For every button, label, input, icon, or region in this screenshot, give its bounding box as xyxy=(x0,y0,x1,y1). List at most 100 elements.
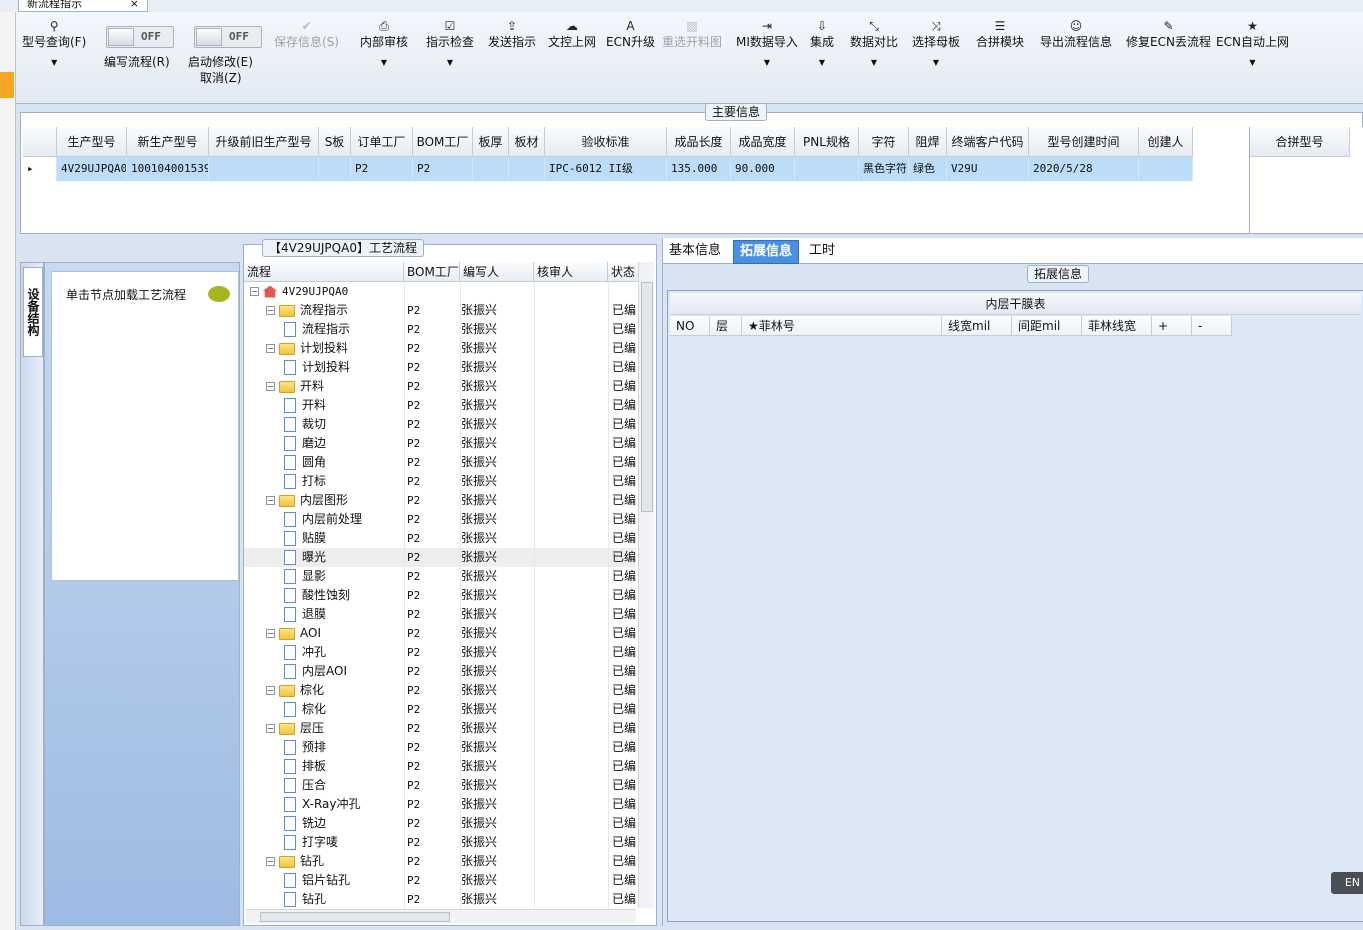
tree-row[interactable]: 贴膜 P2 张振兴 已编 xyxy=(244,529,636,548)
tree-row[interactable]: 曝光 P2 张振兴 已编 xyxy=(244,548,636,567)
chevron-down-icon[interactable]: ▼ xyxy=(22,56,86,70)
document-tab[interactable]: 新流程指示 × xyxy=(18,0,148,12)
tree-row[interactable]: 铝片钻孔 P2 张振兴 已编 xyxy=(244,871,636,890)
toggle-knob[interactable] xyxy=(196,28,222,46)
ribbon-button-3[interactable]: ⎙ 内部审核 ▼ xyxy=(360,18,408,70)
toggle-switch[interactable]: OFF xyxy=(106,26,174,48)
tree-row[interactable]: 流程指示 P2 张振兴 已编 xyxy=(244,320,636,339)
tree-row[interactable]: 内层前处理 P2 张振兴 已编 xyxy=(244,510,636,529)
tree-row[interactable]: − 开料 P2 张振兴 已编 xyxy=(244,377,636,396)
grid-cell[interactable]: 135.000 xyxy=(667,157,731,181)
collapse-icon[interactable]: − xyxy=(266,686,275,695)
tab-1[interactable]: 基本信息 xyxy=(663,240,727,264)
tree-header-cell[interactable]: 状态 xyxy=(608,262,640,282)
ext-header-cell[interactable]: 线宽mil xyxy=(942,316,1012,336)
ext-header-cell[interactable]: 菲林线宽 xyxy=(1082,316,1152,336)
collapse-icon[interactable]: − xyxy=(266,724,275,733)
tree-row[interactable]: 冲孔 P2 张振兴 已编 xyxy=(244,643,636,662)
grid-header-cell[interactable]: 生产型号 xyxy=(57,127,127,157)
grid-cell[interactable] xyxy=(1139,157,1193,181)
collapse-icon[interactable]: − xyxy=(266,306,275,315)
tree-row[interactable]: 裁切 P2 张振兴 已编 xyxy=(244,415,636,434)
tree-row[interactable]: 预排 P2 张振兴 已编 xyxy=(244,738,636,757)
grid-header-cell[interactable]: 型号创建时间 xyxy=(1029,127,1139,157)
tree-horizontal-scrollbar[interactable] xyxy=(246,909,636,923)
grid-header-cell[interactable]: 成品长度 xyxy=(667,127,731,157)
collapse-icon[interactable]: − xyxy=(266,382,275,391)
tree-root-node[interactable]: − 4V29UJPQA0 xyxy=(244,282,636,301)
scrollbar-thumb[interactable] xyxy=(260,912,450,922)
grid-cell[interactable]: P2 xyxy=(413,157,473,181)
tree-row[interactable]: 退膜 P2 张振兴 已编 xyxy=(244,605,636,624)
ext-header-cell[interactable]: NO xyxy=(670,316,710,336)
collapse-icon[interactable]: − xyxy=(266,496,275,505)
tree-row[interactable]: 打字唛 P2 张振兴 已编 xyxy=(244,833,636,852)
ribbon-button-1[interactable]: ⚲ 型号查询(F) ▼ xyxy=(22,18,86,70)
tab-3[interactable]: 工时 xyxy=(803,240,841,264)
tree-row[interactable]: 开料 P2 张振兴 已编 xyxy=(244,396,636,415)
chevron-down-icon[interactable]: ▼ xyxy=(912,56,960,70)
tree-row[interactable]: 钻孔 P2 张振兴 已编 xyxy=(244,890,636,908)
ribbon-button-11[interactable]: ⤡ 数据对比 ▼ xyxy=(850,18,898,70)
grid-header-cell[interactable]: 板厚 xyxy=(473,127,509,157)
grid-header-cell[interactable]: 创建人 xyxy=(1139,127,1193,157)
dock-tab[interactable] xyxy=(0,72,14,98)
grid-header-cell[interactable]: 升级前旧生产型号 xyxy=(209,127,319,157)
grid-header-cell[interactable]: 成品宽度 xyxy=(731,127,795,157)
grid-header-cell[interactable]: 阻焊 xyxy=(909,127,947,157)
tree-row[interactable]: X-Ray冲孔 P2 张振兴 已编 xyxy=(244,795,636,814)
grid-header-cell[interactable]: 新生产型号 xyxy=(127,127,209,157)
tree-row[interactable]: − 层压 P2 张振兴 已编 xyxy=(244,719,636,738)
chevron-down-icon[interactable]: ▼ xyxy=(1216,56,1289,70)
grid-cell[interactable]: V29U xyxy=(947,157,1029,181)
grid-cell[interactable]: 黑色字符 xyxy=(859,157,909,181)
tree-row[interactable]: 铣边 P2 张振兴 已编 xyxy=(244,814,636,833)
tree-row[interactable]: 磨边 P2 张振兴 已编 xyxy=(244,434,636,453)
tab-equipment-structure[interactable]: 设备结构 xyxy=(23,267,43,357)
ribbon-button-12[interactable]: ⤨ 选择母板 ▼ xyxy=(912,18,960,70)
collapse-icon[interactable]: − xyxy=(250,287,259,296)
ext-header-cell[interactable]: 间距mil xyxy=(1012,316,1082,336)
grid-header-cell[interactable]: PNL规格 xyxy=(795,127,859,157)
scrollbar-thumb[interactable] xyxy=(641,282,653,512)
grid-cell[interactable] xyxy=(795,157,859,181)
tree-row[interactable]: 压合 P2 张振兴 已编 xyxy=(244,776,636,795)
grid-header-cell[interactable]: 终端客户代码 xyxy=(947,127,1029,157)
tree-row[interactable]: − 钻孔 P2 张振兴 已编 xyxy=(244,852,636,871)
grid-header-cell[interactable]: 板材 xyxy=(509,127,545,157)
grid-cell[interactable]: IPC-6012 II级 xyxy=(545,157,667,181)
grid-cell[interactable] xyxy=(473,157,509,181)
language-badge[interactable]: EN xyxy=(1331,872,1363,894)
chevron-down-icon[interactable]: ▼ xyxy=(736,56,798,70)
ribbon-button-9[interactable]: ⇥ MI数据导入 ▼ xyxy=(736,18,798,70)
ext-header-cell[interactable]: + xyxy=(1152,316,1192,336)
main-grid-row[interactable]: ▸4V29UJPQA010010400153922 P2P2 IPC-6012 II… xyxy=(23,157,1193,181)
ribbon-button-15[interactable]: ✎ 修复ECN丢流程 xyxy=(1126,18,1211,50)
grid-header-cell[interactable]: BOM工厂 xyxy=(413,127,473,157)
tree-header-cell[interactable]: BOM工厂 xyxy=(404,262,460,282)
grid-cell[interactable] xyxy=(509,157,545,181)
tree-row[interactable]: − AOI P2 张振兴 已编 xyxy=(244,624,636,643)
tree-row[interactable]: 酸性蚀刻 P2 张振兴 已编 xyxy=(244,586,636,605)
tree-header-cell[interactable]: 流程 xyxy=(244,262,404,282)
ribbon-button-7[interactable]: A ECN升级 xyxy=(606,18,655,50)
close-icon[interactable]: × xyxy=(130,0,139,9)
ribbon-button-14[interactable]: ☺ 导出流程信息 xyxy=(1040,18,1112,50)
ext-header-cell[interactable]: - xyxy=(1192,316,1232,336)
chevron-down-icon[interactable]: ▼ xyxy=(360,56,408,70)
chevron-down-icon[interactable]: ▼ xyxy=(810,56,834,70)
grid-header-cell[interactable]: S板 xyxy=(319,127,351,157)
tree-row[interactable]: 棕化 P2 张振兴 已编 xyxy=(244,700,636,719)
grid-header-cell[interactable]: 验收标准 xyxy=(545,127,667,157)
toggle-sub-label[interactable]: 取消(Z) xyxy=(200,69,242,86)
grid-cell[interactable] xyxy=(319,157,351,181)
tree-row[interactable]: − 棕化 P2 张振兴 已编 xyxy=(244,681,636,700)
grid-cell[interactable]: 90.000 xyxy=(731,157,795,181)
collapse-icon[interactable]: − xyxy=(266,344,275,353)
tree-row[interactable]: 打标 P2 张振兴 已编 xyxy=(244,472,636,491)
grid-header-cell[interactable]: 订单工厂 xyxy=(351,127,413,157)
chevron-down-icon[interactable]: ▼ xyxy=(850,56,898,70)
ext-header-cell[interactable]: ★菲林号 xyxy=(742,316,942,336)
tree-row[interactable]: 计划投料 P2 张振兴 已编 xyxy=(244,358,636,377)
ribbon-button-16[interactable]: ★ ECN自动上网 ▼ xyxy=(1216,18,1289,70)
